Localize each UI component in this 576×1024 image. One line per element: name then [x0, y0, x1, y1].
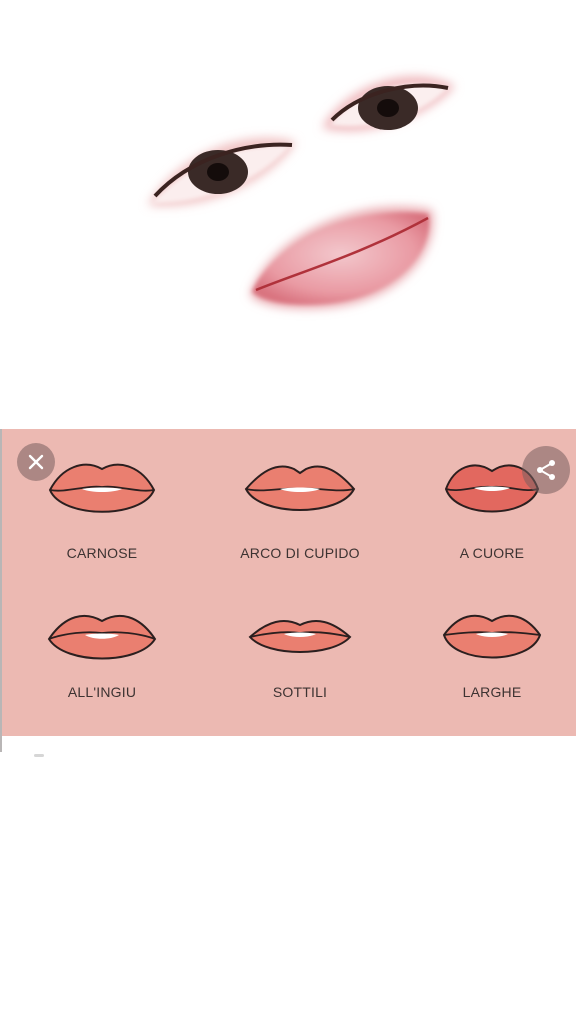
lip-shape-arco-di-cupido: ARCO DI CUPIDO — [215, 457, 385, 567]
arco-di-cupido-lips-illustration — [244, 465, 356, 511]
right-eye-image — [322, 76, 455, 132]
carnose-lips-illustration — [48, 463, 156, 513]
sottili-lips-illustration — [248, 620, 352, 653]
divider-mark — [34, 754, 44, 757]
lip-shape-sottili: SOTTILI — [215, 609, 385, 719]
lip-shape-label: CARNOSE — [66, 545, 138, 561]
lip-shapes-card: CARNOSE ARCO DI CUPIDO A CUORE ALL'INGIU… — [2, 429, 576, 736]
lip-shape-label: A CUORE — [459, 545, 525, 561]
close-button[interactable] — [17, 443, 55, 481]
lip-shape-larghe: LARGHE — [407, 609, 576, 719]
lip-shape-label: ARCO DI CUPIDO — [240, 545, 360, 561]
face-features-photo — [148, 76, 455, 309]
share-button[interactable] — [522, 446, 570, 494]
lip-shape-label: SOTTILI — [272, 684, 328, 700]
left-eye-image — [148, 137, 296, 206]
share-icon — [537, 460, 555, 480]
lips-photo-image — [250, 206, 433, 309]
all-ingiu-lips-illustration — [47, 614, 157, 660]
lip-shape-label: ALL'INGIU — [67, 684, 137, 700]
close-icon — [28, 454, 44, 470]
image-viewer-screen: CARNOSE ARCO DI CUPIDO A CUORE ALL'INGIU… — [0, 0, 576, 1024]
lip-shape-label: LARGHE — [462, 684, 522, 700]
lip-shape-all-ingiu: ALL'INGIU — [17, 609, 187, 719]
larghe-lips-illustration — [442, 614, 542, 659]
